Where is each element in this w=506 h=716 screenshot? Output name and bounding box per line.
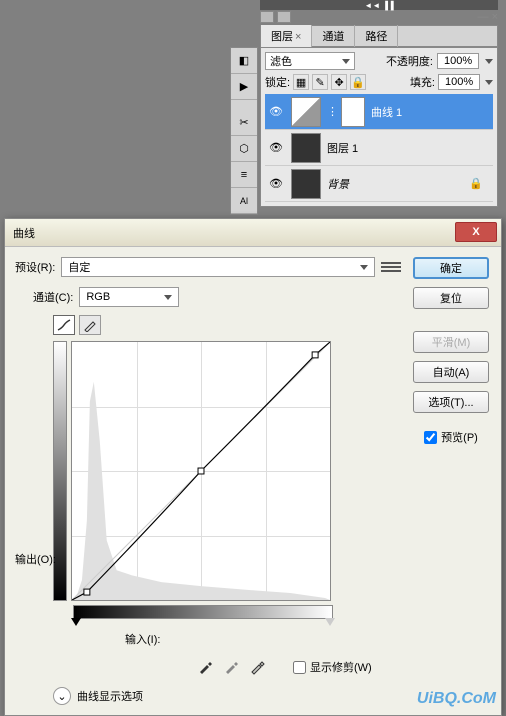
lock-transparency-icon[interactable]: ▦ (293, 74, 309, 90)
nav-right-icon[interactable] (277, 11, 291, 23)
opacity-value[interactable]: 100% (437, 53, 479, 69)
reset-button[interactable]: 复位 (413, 287, 489, 309)
visibility-icon[interactable]: 👁 (267, 103, 285, 121)
layer-item[interactable]: 👁 背景 🔒 (265, 166, 493, 202)
layer-name[interactable]: 曲线 1 (371, 104, 402, 120)
options-button[interactable]: 选项(T)... (413, 391, 489, 413)
preview-label: 预览(P) (441, 429, 478, 445)
opacity-flyout-icon[interactable] (485, 59, 493, 64)
tab-channels[interactable]: 通道 (312, 25, 355, 47)
layers-panel: 滤色 不透明度: 100% 锁定: ▦ ✎ ✥ 🔒 填充: 100% 👁 ⋮ 曲… (260, 47, 498, 207)
curve-icon (56, 318, 72, 332)
layer-name[interactable]: 图层 1 (327, 140, 358, 156)
layer-item[interactable]: 👁 图层 1 (265, 130, 493, 166)
visibility-icon[interactable]: 👁 (267, 175, 285, 193)
close-button[interactable]: X (455, 222, 497, 242)
curve-point-tool[interactable] (53, 315, 75, 335)
show-clip-label: 显示修剪(W) (310, 659, 372, 675)
lock-all-icon[interactable]: 🔒 (350, 74, 366, 90)
chevron-down-icon (342, 59, 350, 64)
fill-flyout-icon[interactable] (485, 80, 493, 85)
layer-thumb[interactable] (291, 169, 321, 199)
channel-select[interactable]: RGB (79, 287, 179, 307)
layer-list: 👁 ⋮ 曲线 1 👁 图层 1 👁 背景 🔒 (265, 94, 493, 202)
output-label: 输出(O): (15, 551, 56, 567)
input-gradient[interactable] (73, 605, 333, 619)
expand-options-button[interactable]: ⌄ (53, 687, 71, 705)
preset-menu-icon[interactable] (381, 259, 401, 275)
watermark: UiBQ.CoM (417, 690, 496, 708)
preview-checkbox[interactable] (424, 431, 437, 444)
chevron-down-icon (164, 295, 172, 300)
panel-minimize-bar[interactable]: ◄◄▐▐ (260, 0, 498, 10)
curve-pencil-tool[interactable] (79, 315, 101, 335)
preset-select[interactable]: 自定 (61, 257, 375, 277)
ok-button[interactable]: 确定 (413, 257, 489, 279)
fill-label: 填充: (410, 74, 435, 90)
tab-layers[interactable]: 图层× (261, 25, 312, 47)
panel-tabs: 图层× 通道 路径 (260, 25, 498, 47)
opacity-label: 不透明度: (386, 53, 433, 69)
lock-icon: 🔒 (469, 177, 483, 190)
tab-paths[interactable]: 路径 (355, 25, 398, 47)
curve-line (72, 342, 330, 600)
tool-a-icon[interactable]: ✂ (231, 110, 257, 136)
curves-dialog: 曲线 X 预设(R): 自定 通道(C): RGB (4, 218, 502, 716)
mask-thumb[interactable] (341, 97, 365, 127)
side-toolbar: ◧ ▶ ✂ ⬡ ≡ Al (230, 47, 258, 215)
fill-value[interactable]: 100% (438, 74, 480, 90)
link-icon: ⋮ (327, 105, 335, 118)
input-label: 输入(I): (125, 631, 160, 647)
lock-position-icon[interactable]: ✥ (331, 74, 347, 90)
show-clip-checkbox[interactable] (293, 661, 306, 674)
layer-item[interactable]: 👁 ⋮ 曲线 1 (265, 94, 493, 130)
auto-button[interactable]: 自动(A) (413, 361, 489, 383)
dialog-titlebar[interactable]: 曲线 X (5, 219, 501, 247)
eyedropper-white-icon[interactable] (247, 657, 267, 677)
layer-name[interactable]: 背景 (327, 176, 349, 192)
panel-nav: — × (260, 10, 498, 24)
tool-c-icon[interactable]: ≡ (231, 162, 257, 188)
blend-mode-select[interactable]: 滤色 (265, 52, 355, 70)
nav-left-icon[interactable] (260, 11, 274, 23)
tool-b-icon[interactable]: ⬡ (231, 136, 257, 162)
lock-label: 锁定: (265, 74, 290, 90)
visibility-icon[interactable]: 👁 (267, 139, 285, 157)
channel-label: 通道(C): (33, 289, 73, 305)
white-point-slider[interactable] (325, 618, 335, 626)
history-icon[interactable]: ◧ (231, 48, 257, 74)
black-point-slider[interactable] (71, 618, 81, 626)
chevron-down-icon (360, 265, 368, 270)
adjustment-thumb[interactable] (291, 97, 321, 127)
curve-graph[interactable] (71, 341, 331, 601)
lock-paint-icon[interactable]: ✎ (312, 74, 328, 90)
eyedropper-gray-icon[interactable] (221, 657, 241, 677)
close-icon[interactable]: × (295, 31, 301, 43)
pencil-icon (83, 318, 97, 332)
tool-d-icon[interactable]: Al (231, 188, 257, 214)
eyedropper-black-icon[interactable] (195, 657, 215, 677)
expand-label: 曲线显示选项 (77, 688, 143, 704)
layer-thumb[interactable] (291, 133, 321, 163)
actions-icon[interactable]: ▶ (231, 74, 257, 100)
dialog-title: 曲线 (13, 225, 35, 241)
smooth-button[interactable]: 平滑(M) (413, 331, 489, 353)
preset-label: 预设(R): (15, 259, 55, 275)
